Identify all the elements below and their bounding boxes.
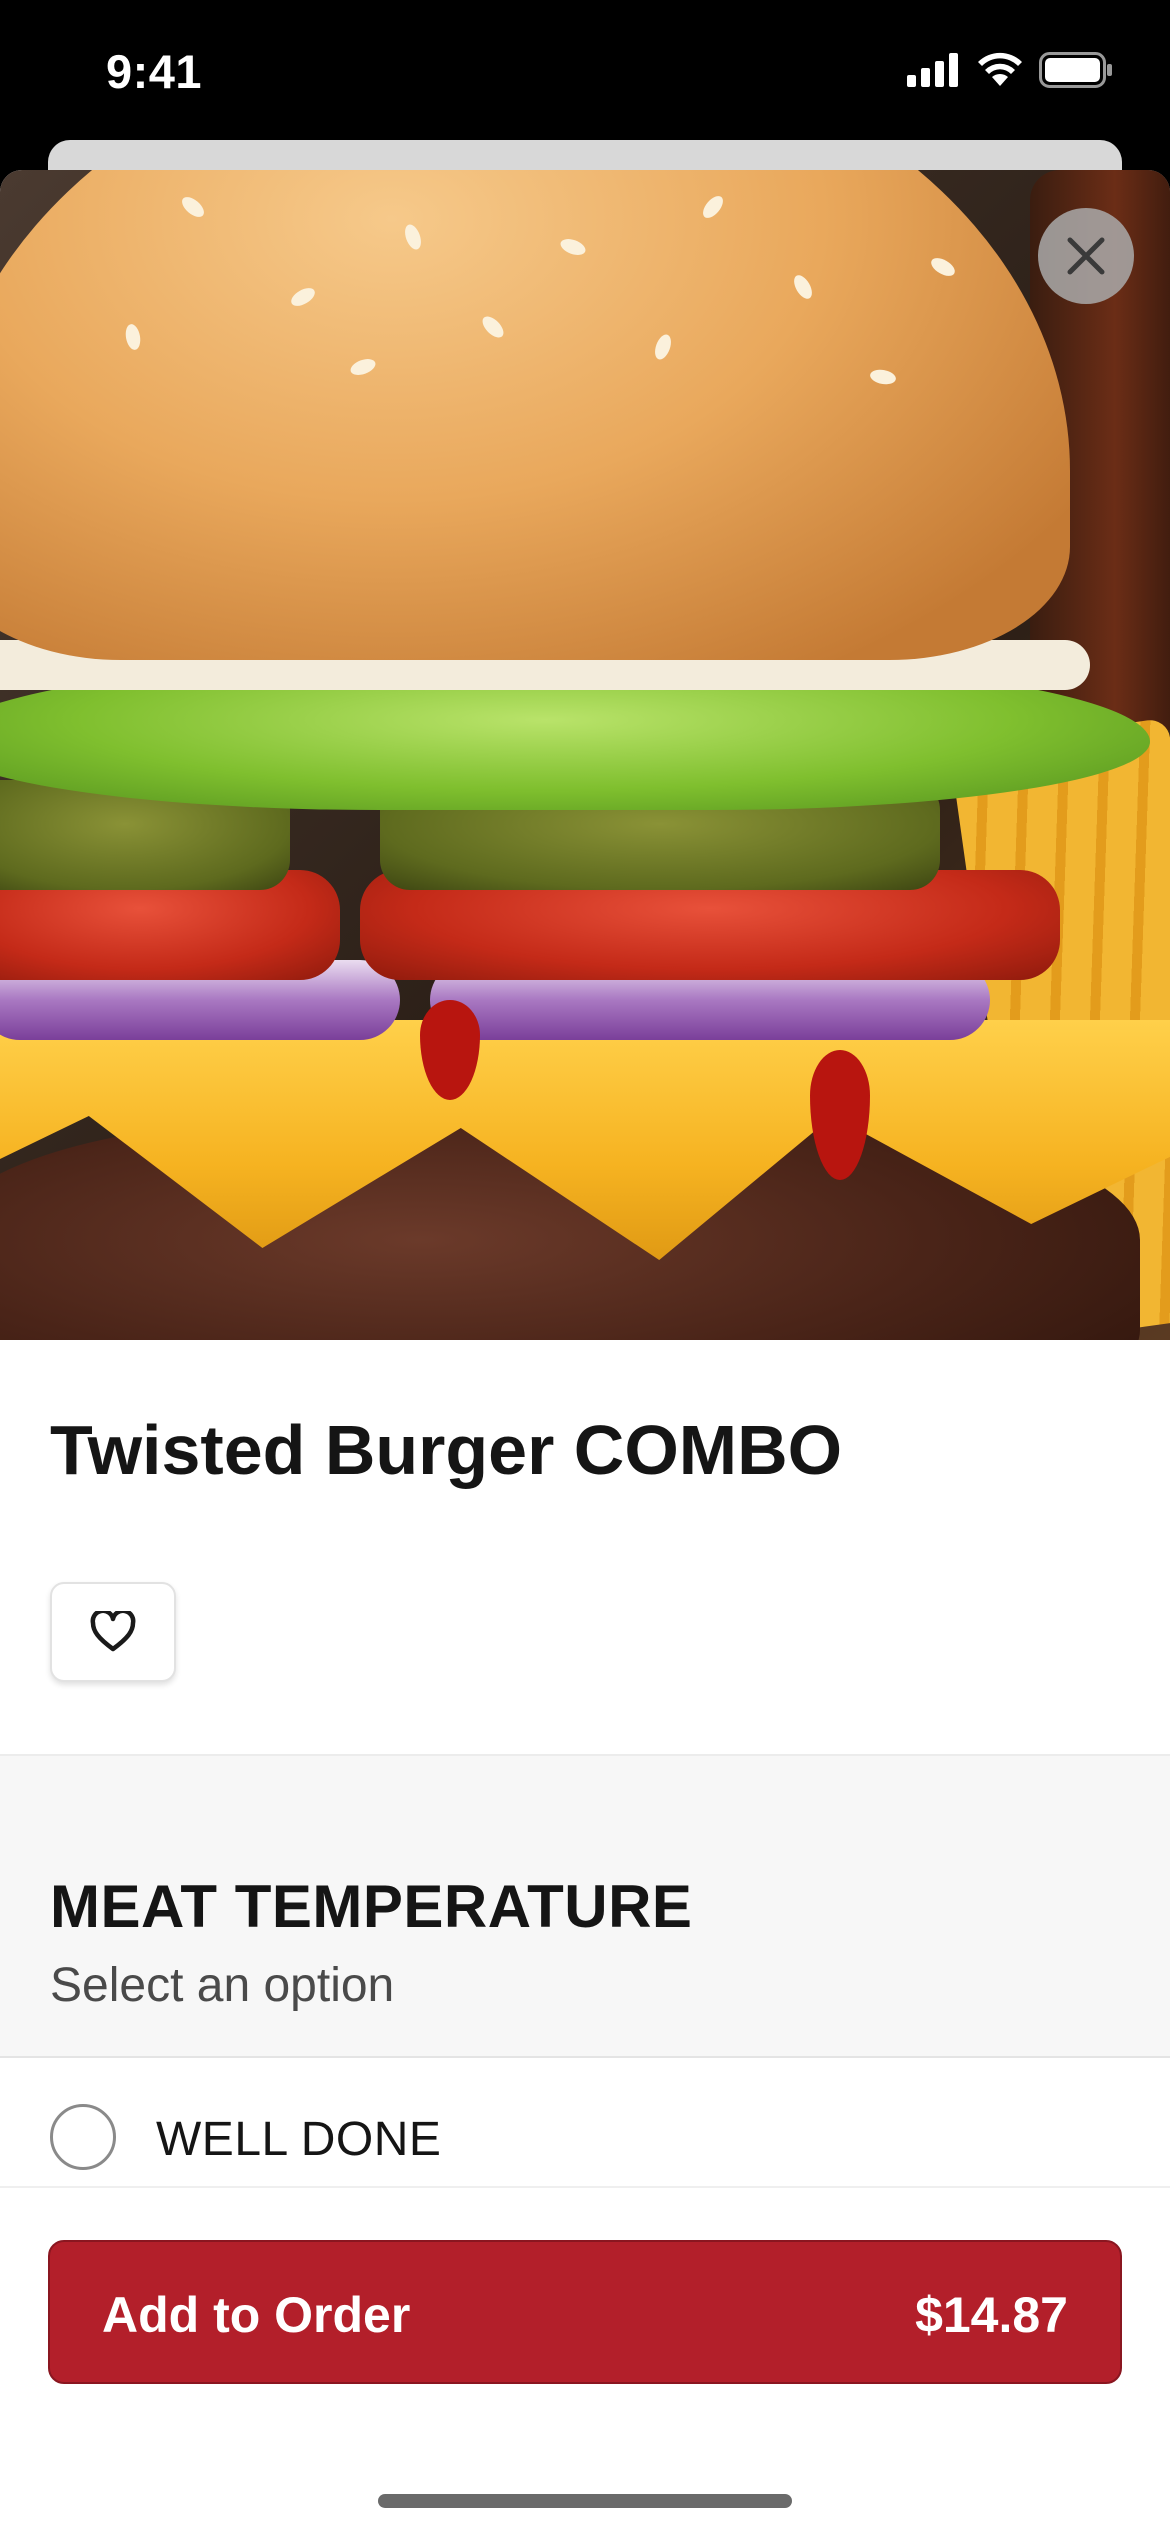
close-button[interactable] xyxy=(1038,208,1134,304)
item-detail-sheet: Twisted Burger COMBO MEAT TEMPERATURE Se… xyxy=(0,170,1170,2532)
option-label: WELL DONE xyxy=(156,2113,442,2166)
cellular-signal-icon xyxy=(907,53,958,87)
status-time: 9:41 xyxy=(106,45,203,98)
radio-button[interactable] xyxy=(50,2104,116,2170)
favorite-button[interactable] xyxy=(50,1582,176,1682)
bun-top-shape xyxy=(0,170,1070,660)
add-to-order-button[interactable]: Add to Order $14.87 xyxy=(48,2240,1122,2384)
item-image xyxy=(0,170,1170,1340)
option-well-done[interactable]: WELL DONE xyxy=(0,2056,1170,2186)
close-icon xyxy=(1067,237,1105,275)
add-to-order-label: Add to Order xyxy=(102,2287,411,2343)
bottom-action-bar: Add to Order $14.87 xyxy=(0,2186,1170,2534)
heart-icon xyxy=(90,1611,136,1652)
status-icons xyxy=(907,52,1113,88)
wifi-icon xyxy=(978,52,1022,86)
home-indicator[interactable] xyxy=(378,2494,792,2508)
status-bar: 9:41 xyxy=(0,0,1170,145)
modifier-group-title: MEAT TEMPERATURE xyxy=(50,1873,693,1940)
item-title: Twisted Burger COMBO xyxy=(50,1411,843,1489)
order-price: $14.87 xyxy=(915,2287,1068,2343)
battery-icon xyxy=(1039,52,1112,88)
modifier-group-subtitle: Select an option xyxy=(50,1959,395,2012)
